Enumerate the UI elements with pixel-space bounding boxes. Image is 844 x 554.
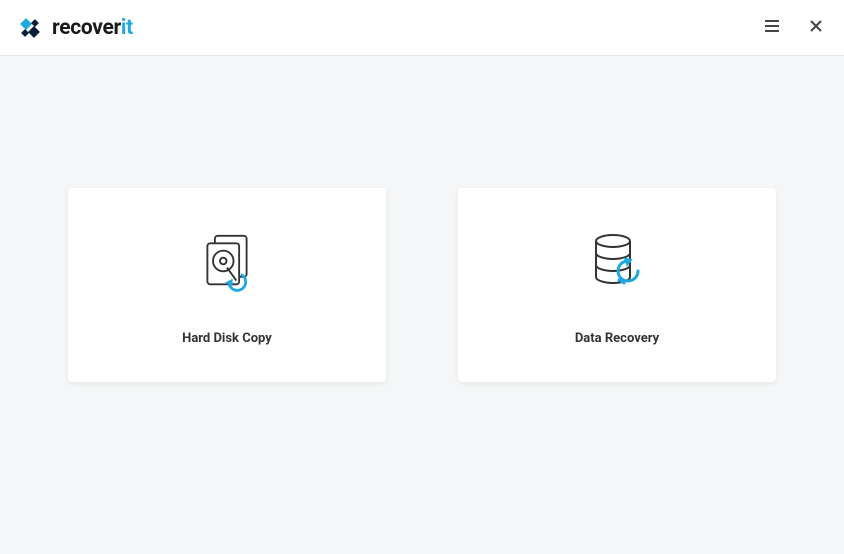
close-button[interactable] [804,16,828,40]
header-actions [760,16,828,40]
hard-disk-copy-card[interactable]: Hard Disk Copy [68,188,386,382]
app-title: recoverit [52,16,133,40]
hard-disk-icon [199,233,255,289]
close-icon [808,18,824,38]
database-icon [589,233,645,289]
data-recovery-card[interactable]: Data Recovery [458,188,776,382]
recoverit-logo-icon [16,14,44,42]
app-header: recoverit [0,0,844,56]
brand-accent: it [121,16,133,40]
menu-icon [763,17,781,39]
data-recovery-label: Data Recovery [575,331,659,346]
app-logo: recoverit [16,14,133,42]
brand-prefix: recover [52,16,121,40]
main-content: Hard Disk Copy Data Recovery [0,56,844,382]
hard-disk-copy-label: Hard Disk Copy [182,331,272,346]
menu-button[interactable] [760,16,784,40]
